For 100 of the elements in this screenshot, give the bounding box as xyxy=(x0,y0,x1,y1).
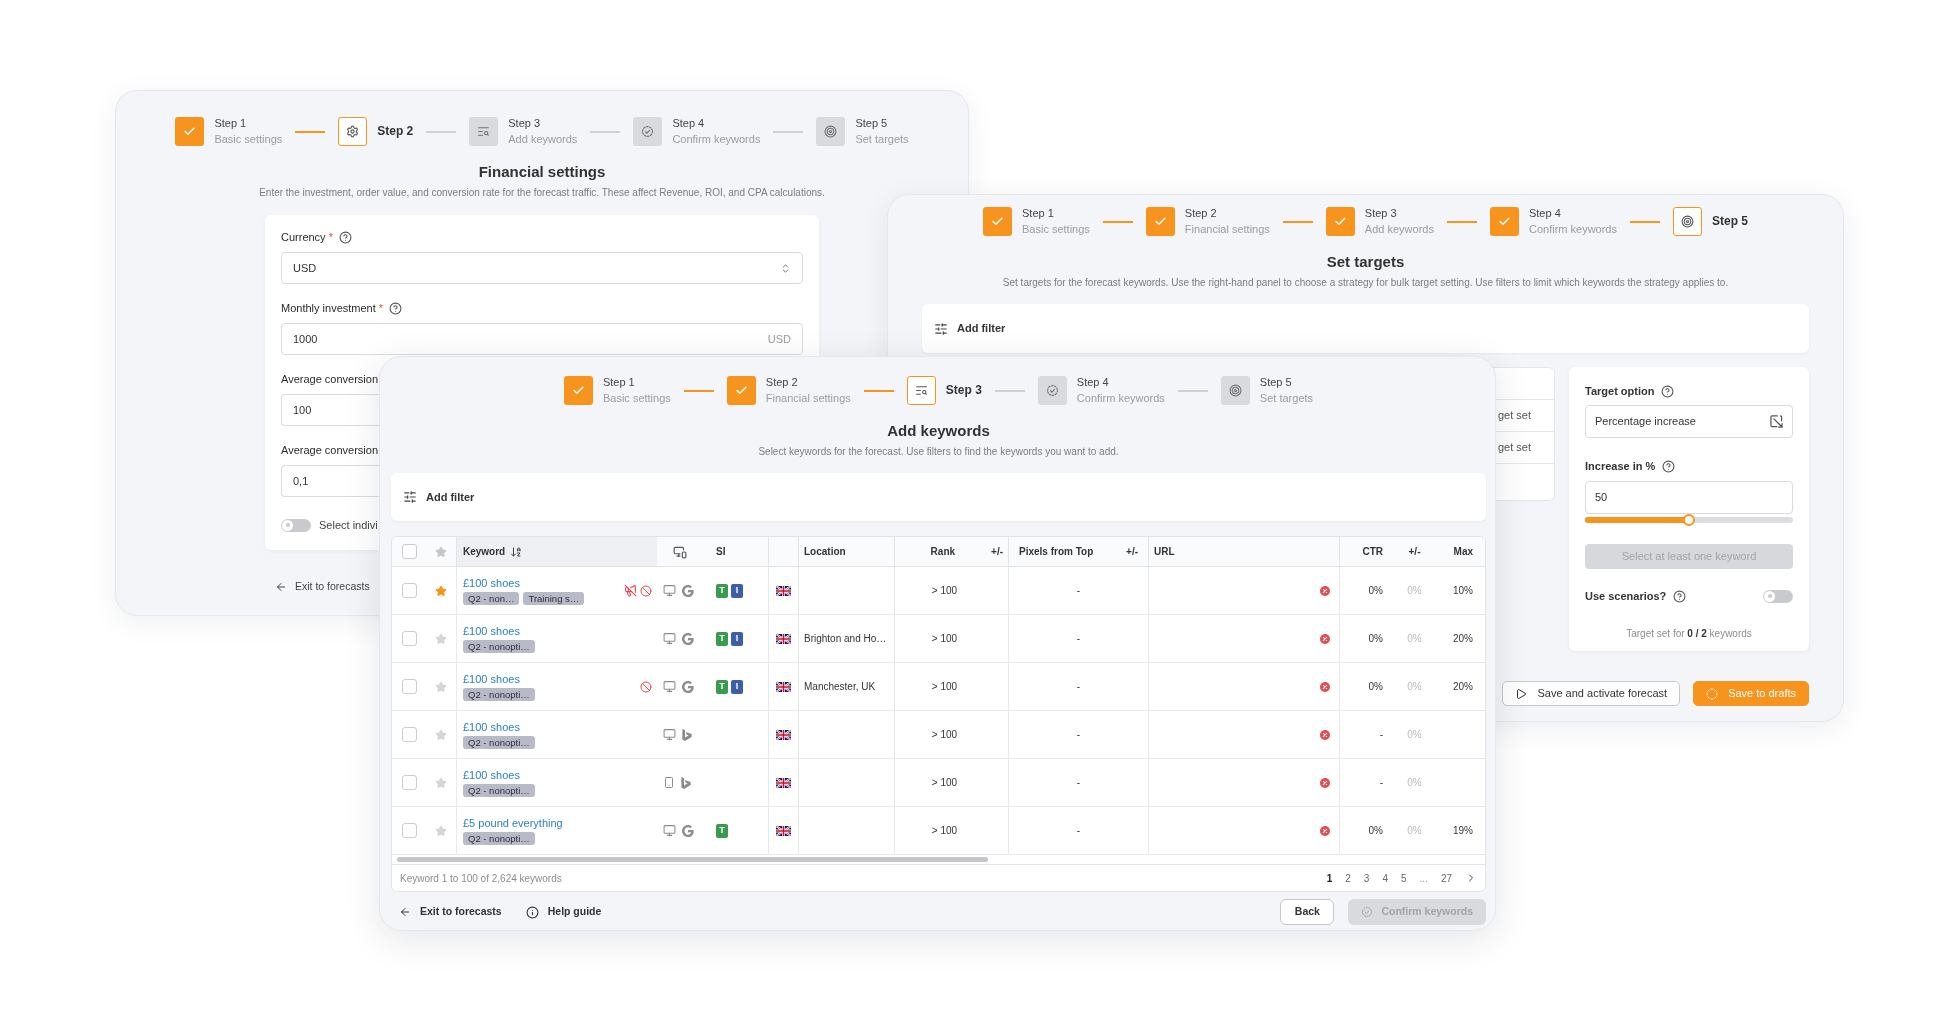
flag-icon xyxy=(776,633,791,644)
page-link[interactable]: 1 xyxy=(1326,870,1333,886)
table-cell: Brighton and Ho… xyxy=(798,615,894,662)
page-link[interactable]: 4 xyxy=(1382,870,1388,886)
target-icon xyxy=(1220,376,1250,405)
step-sublabel: Add keywords xyxy=(1364,222,1434,237)
sliders-icon xyxy=(934,321,948,336)
si-tag: I xyxy=(731,631,743,646)
row-checkbox[interactable] xyxy=(401,631,417,646)
required-mark: * xyxy=(378,300,384,316)
help-icon[interactable] xyxy=(338,230,352,244)
step-label: Step 4 xyxy=(1076,375,1110,390)
monitor-icon xyxy=(663,680,676,693)
help-icon[interactable] xyxy=(1661,384,1675,398)
add-filter-button[interactable]: Add filter xyxy=(934,320,1006,337)
page-link[interactable]: 5 xyxy=(1400,870,1407,886)
sorted-header-cell[interactable]: Keyword xyxy=(456,537,657,566)
column-header: Keyword xyxy=(463,545,506,559)
percentage-slider[interactable] xyxy=(1585,514,1793,526)
exit-link[interactable]: Exit to forecasts xyxy=(275,579,370,595)
input-field[interactable]: 50 xyxy=(1585,481,1793,514)
star-icon[interactable] xyxy=(435,680,447,693)
step-label: Step 3 xyxy=(945,383,982,398)
table-cell-text: get set xyxy=(1498,440,1532,456)
add-filter-button[interactable]: Add filter xyxy=(403,488,475,506)
help-icon[interactable] xyxy=(389,301,403,315)
row-checkbox[interactable] xyxy=(401,583,417,598)
row-checkbox[interactable] xyxy=(401,823,417,838)
column-header: +/- xyxy=(991,545,1003,559)
table-cell: Manchester, UK xyxy=(798,663,894,710)
keyword-link[interactable]: £100 shoes xyxy=(463,624,520,638)
star-icon[interactable] xyxy=(435,824,447,837)
step-label: Step 1 xyxy=(602,375,636,390)
column-header: URL xyxy=(1154,545,1175,559)
back-button[interactable]: Back xyxy=(1280,899,1335,925)
keyword-tag: Q2 - nonopti… xyxy=(463,832,535,845)
page-link[interactable]: 27 xyxy=(1440,870,1452,886)
step-connector xyxy=(590,130,621,133)
step-label: Step 4 xyxy=(672,116,706,131)
page-ellipsis: ... xyxy=(1419,871,1428,886)
si-tag: I xyxy=(731,679,743,694)
keyword-link[interactable]: £100 shoes xyxy=(463,768,520,782)
sort-icon[interactable] xyxy=(510,545,523,558)
field-label: Average conversion xyxy=(281,371,379,387)
table-cell: - xyxy=(1339,711,1396,758)
table-cell: 0% xyxy=(1339,615,1396,662)
keyword-link[interactable]: £100 shoes xyxy=(463,576,520,590)
g-logo-icon xyxy=(682,632,694,645)
slider-thumb[interactable] xyxy=(1683,514,1695,526)
page-link[interactable]: 2 xyxy=(1345,870,1351,886)
flag-icon xyxy=(776,585,791,596)
dashed-check-icon xyxy=(1361,906,1374,918)
field-label: Increase in % xyxy=(1585,458,1656,474)
keyword-link[interactable]: £100 shoes xyxy=(463,672,520,686)
star-icon[interactable] xyxy=(435,728,447,741)
input-field[interactable]: 1000 USD xyxy=(281,323,803,355)
select-all-checkbox[interactable] xyxy=(401,544,417,559)
target-option-select[interactable]: Percentage increase xyxy=(1585,405,1793,438)
window-title: Financial settings xyxy=(478,162,606,182)
row-checkbox[interactable] xyxy=(401,727,417,742)
dashed-check-icon xyxy=(1037,376,1067,405)
help-icon[interactable] xyxy=(1673,589,1687,603)
sliders-icon xyxy=(403,490,417,504)
window-title: Set targets xyxy=(1326,252,1405,272)
table-summary: Keyword 1 to 100 of 2,624 keywords xyxy=(400,871,562,886)
field-label: Target option xyxy=(1585,383,1655,399)
table-cell: - xyxy=(1008,567,1148,614)
dashed-check-icon xyxy=(633,117,663,146)
field-label: Average conversion xyxy=(281,442,379,458)
step-connector xyxy=(1630,220,1660,223)
toggle-switch[interactable] xyxy=(1763,589,1793,603)
keyword-link[interactable]: £100 shoes xyxy=(463,720,520,734)
step-label: Step 2 xyxy=(1184,206,1218,221)
step-label: Step 5 xyxy=(1259,375,1293,390)
page-link[interactable]: 3 xyxy=(1363,870,1370,886)
activate-forecast-button[interactable]: Save and activate forecast xyxy=(1502,681,1681,706)
dashed-circle-icon xyxy=(1706,687,1719,700)
input-field[interactable]: 0,1 xyxy=(281,465,381,497)
input-field[interactable]: 100 xyxy=(281,394,381,426)
window-description: Select keywords for the forecast. Use filters to find the keywords you want to add. xyxy=(758,445,1119,459)
row-checkbox[interactable] xyxy=(401,775,417,790)
column-header: SI xyxy=(716,545,726,559)
gear-icon xyxy=(338,117,368,146)
help-link[interactable]: Help guide xyxy=(525,904,602,920)
star-icon[interactable] xyxy=(435,584,447,597)
star-icon[interactable] xyxy=(435,632,447,645)
scrollbar-thumb[interactable] xyxy=(397,857,988,862)
select-field[interactable]: USD xyxy=(281,252,803,284)
star-icon[interactable] xyxy=(435,776,447,789)
keyword-link[interactable]: £5 pound everything xyxy=(463,816,563,830)
table-cell: > 100 xyxy=(894,663,1008,710)
row-checkbox[interactable] xyxy=(401,679,417,694)
keyword-tag: Q2 - nonopti… xyxy=(463,688,535,701)
help-icon[interactable] xyxy=(1662,459,1676,473)
target-icon xyxy=(1673,207,1702,236)
list-search-icon xyxy=(469,117,499,146)
exit-link[interactable]: Exit to forecasts xyxy=(399,904,502,920)
ban-icon xyxy=(640,680,652,693)
step-connector xyxy=(295,130,326,133)
toggle-switch[interactable] xyxy=(281,518,311,532)
